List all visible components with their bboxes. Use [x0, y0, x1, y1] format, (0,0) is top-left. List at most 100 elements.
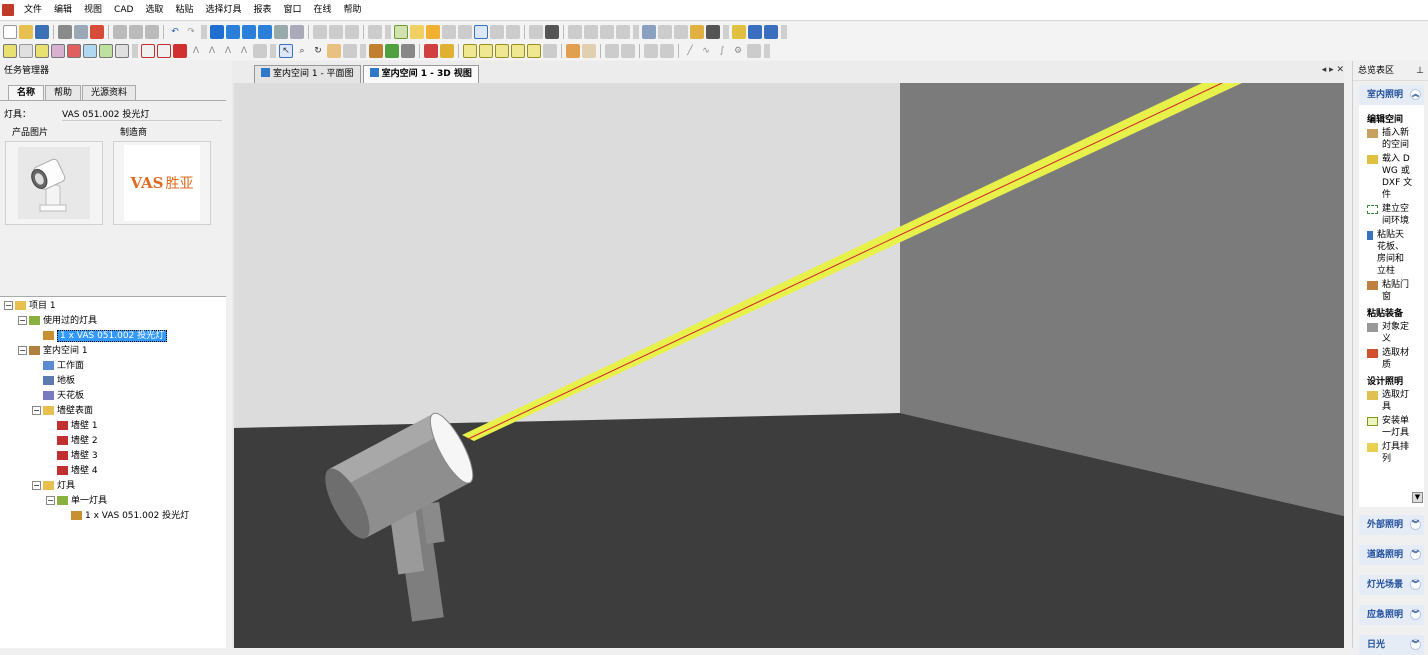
save-icon[interactable]: [35, 24, 49, 39]
new-file-icon[interactable]: [3, 24, 17, 39]
app-icon[interactable]: [2, 4, 14, 16]
curve-3-icon[interactable]: ⴷ: [221, 44, 235, 58]
view-plan-icon[interactable]: [226, 24, 240, 39]
luminaire-array-icon[interactable]: [543, 43, 557, 58]
rotate-select-icon[interactable]: [99, 43, 113, 58]
chevron-down-icon[interactable]: ︾: [1410, 549, 1421, 560]
walk-icon[interactable]: [343, 43, 357, 58]
false-color-icon[interactable]: [442, 24, 456, 39]
calculator-icon[interactable]: [642, 24, 656, 39]
tree-expander-icon[interactable]: −: [4, 301, 13, 310]
toolbar-dropdown[interactable]: [781, 24, 787, 39]
view-front-icon[interactable]: [242, 24, 256, 39]
text-tool-icon[interactable]: [253, 43, 267, 58]
task-object-definition[interactable]: 对象定义: [1367, 321, 1422, 345]
view-back-icon[interactable]: [274, 24, 288, 39]
scale-select-icon[interactable]: [115, 43, 129, 58]
tab-name[interactable]: 名称: [8, 85, 45, 100]
tree-expander-icon[interactable]: −: [32, 406, 41, 415]
task-select-luminaire[interactable]: 选取灯具: [1367, 389, 1422, 413]
tab-help[interactable]: 帮助: [45, 85, 82, 100]
scroll-down-icon[interactable]: ▼: [1412, 492, 1423, 503]
task-insert-space[interactable]: 插入新的空间: [1367, 127, 1422, 151]
settings-icon[interactable]: [506, 24, 520, 39]
toolbar-dropdown[interactable]: [201, 24, 207, 39]
view-side-icon[interactable]: [258, 24, 272, 39]
section-road-lighting[interactable]: 道路照明 ︾: [1359, 545, 1424, 565]
gear-icon[interactable]: ⚙: [731, 44, 745, 58]
task-paste-door-window[interactable]: 粘贴门窗: [1367, 279, 1422, 303]
raytrace-icon[interactable]: [329, 24, 343, 39]
menu-file[interactable]: 文件: [18, 0, 48, 21]
arrow-cursor-icon[interactable]: ↖: [279, 43, 293, 58]
tree-item[interactable]: − 使用过的灯具: [0, 314, 226, 329]
tab-plan-view[interactable]: 室内空间 1 - 平面图: [254, 65, 361, 83]
zoom-fit-icon[interactable]: [290, 24, 304, 39]
toolbar-dropdown[interactable]: [270, 43, 276, 58]
open-folder-icon[interactable]: [19, 24, 33, 39]
sparkle-icon[interactable]: [732, 24, 746, 39]
menu-cad[interactable]: CAD: [108, 0, 139, 21]
luminaire-circle-icon[interactable]: [511, 43, 525, 58]
toolbar-dropdown[interactable]: [633, 24, 639, 39]
polyline-icon[interactable]: [141, 43, 155, 58]
paint-icon[interactable]: [368, 24, 382, 39]
select-tool-icon[interactable]: [3, 43, 17, 58]
layout-rows-icon[interactable]: [748, 24, 762, 39]
paint-material-icon[interactable]: [385, 43, 399, 58]
task-install-single-luminaire[interactable]: 安装单一灯具: [1367, 415, 1422, 439]
document-icon[interactable]: [674, 24, 688, 39]
align-center-icon[interactable]: [584, 24, 598, 39]
light-color-icon[interactable]: [426, 24, 440, 39]
pen-icon[interactable]: [474, 24, 488, 39]
tree-expander-icon[interactable]: −: [32, 481, 41, 490]
clapper-icon[interactable]: [706, 24, 720, 39]
tree-item[interactable]: 墙壁 1: [0, 419, 226, 434]
tree-item[interactable]: − 项目 1: [0, 299, 226, 314]
pdf-icon[interactable]: [90, 24, 104, 39]
tree-expander-icon[interactable]: −: [18, 346, 27, 355]
render-icon[interactable]: [313, 24, 327, 39]
catalog-icon[interactable]: [440, 43, 454, 58]
wireframe-icon[interactable]: [345, 24, 359, 39]
group-select-icon[interactable]: [35, 43, 49, 58]
curve-1-icon[interactable]: ⴷ: [189, 44, 203, 58]
tree-item[interactable]: 天花板: [0, 389, 226, 404]
wand-icon[interactable]: [690, 24, 704, 39]
task-luminaire-arrangement[interactable]: 灯具排列: [1367, 441, 1422, 465]
pointer-tool-icon[interactable]: [19, 43, 33, 58]
curve-4-icon[interactable]: ⴷ: [237, 44, 251, 58]
tree-item[interactable]: − 墙壁表面: [0, 404, 226, 419]
task-paste-ceiling[interactable]: 粘贴天花板、房间和立柱: [1367, 229, 1422, 277]
chevron-down-icon[interactable]: ︾: [1410, 609, 1421, 620]
align-right-icon[interactable]: [600, 24, 614, 39]
tree-item[interactable]: − 单一灯具: [0, 494, 226, 509]
calculate-icon[interactable]: [658, 24, 672, 39]
luminaire-on-icon[interactable]: [394, 24, 408, 39]
chevron-down-icon[interactable]: ︾: [1410, 519, 1421, 530]
tree-item[interactable]: 1 x VAS 051.002 投光灯: [0, 329, 226, 344]
tab-3d-view[interactable]: 室内空间 1 - 3D 视图: [362, 65, 479, 83]
3d-viewport[interactable]: [234, 83, 1344, 648]
toolbar-dropdown[interactable]: [764, 43, 770, 58]
material-icon[interactable]: [369, 43, 383, 58]
tree-item[interactable]: − 室内空间 1: [0, 344, 226, 359]
zoom-icon[interactable]: ⌕: [295, 44, 309, 58]
line-icon[interactable]: ╱: [683, 44, 697, 58]
luminaire-line-icon[interactable]: [495, 43, 509, 58]
menu-select-luminaire[interactable]: 选择灯具: [199, 0, 247, 21]
tree-item[interactable]: 1 x VAS 051.002 投光灯: [0, 509, 226, 524]
luminaire-field-icon[interactable]: [479, 43, 493, 58]
tree-item[interactable]: − 灯具: [0, 479, 226, 494]
undo-icon[interactable]: ↶: [168, 25, 182, 39]
section-daylight[interactable]: 日光 ︾: [1359, 635, 1424, 655]
task-load-dwg[interactable]: 载入 DWG 或 DXF 文件: [1367, 153, 1422, 201]
area-select-icon[interactable]: [83, 43, 97, 58]
polyline-draw-icon[interactable]: ∿: [699, 44, 713, 58]
align-left-icon[interactable]: [568, 24, 582, 39]
polygon-icon[interactable]: [157, 43, 171, 58]
tab-light-source[interactable]: 光源资料: [82, 85, 137, 100]
pan-hand-icon[interactable]: [327, 43, 341, 58]
cut-icon[interactable]: [113, 24, 127, 39]
toolbar-dropdown[interactable]: [385, 24, 391, 39]
